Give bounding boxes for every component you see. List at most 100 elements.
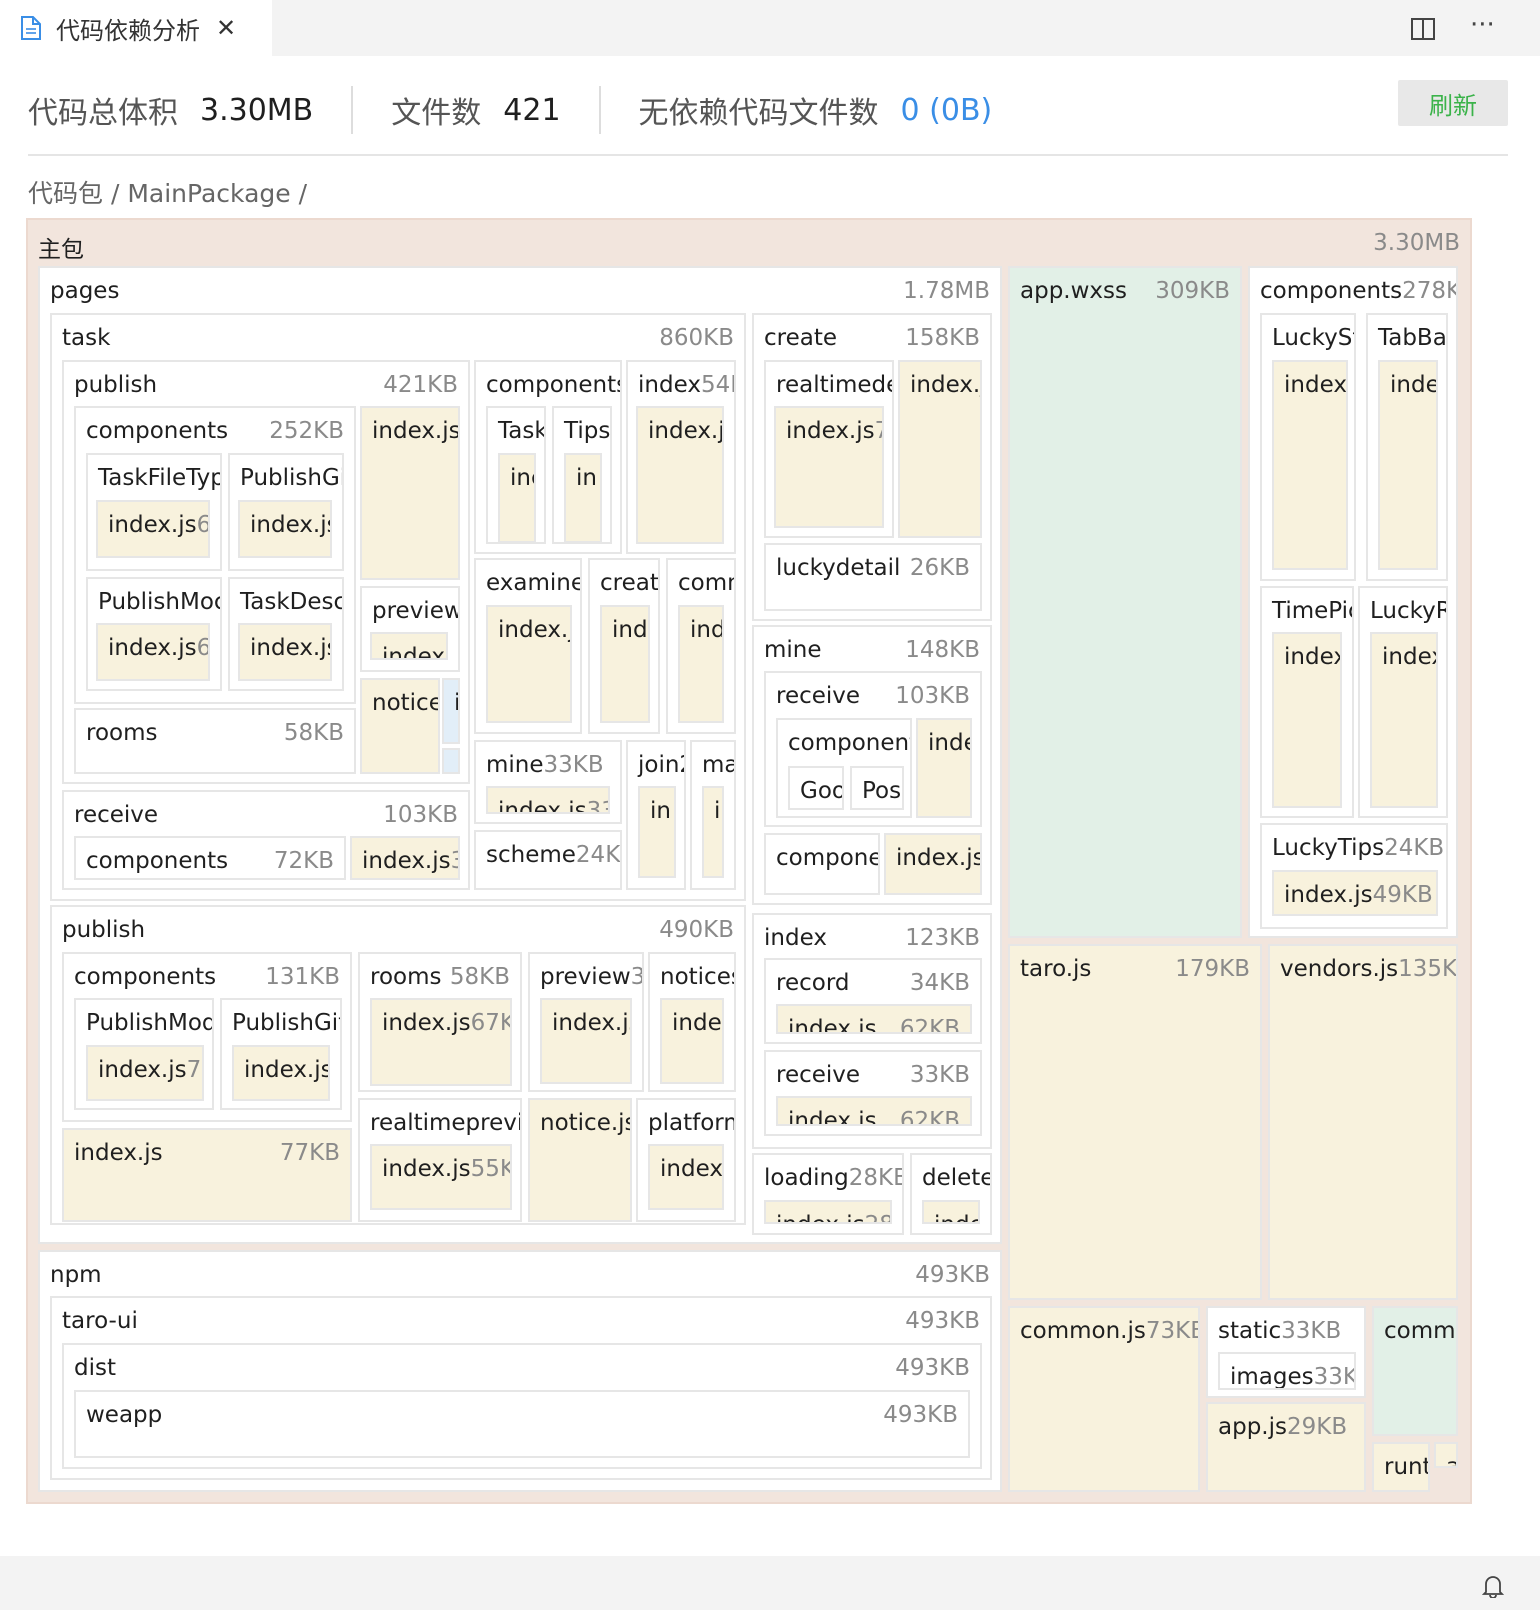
treemap-node-task-examine-index[interactable]: index.j	[486, 605, 572, 723]
tab-dependency-analysis[interactable]: 代码依赖分析 ✕	[0, 0, 272, 56]
treemap-node-tp-notice-dot[interactable]: .	[442, 748, 460, 774]
treemap-node-rc-luckyr-index[interactable]: index	[1370, 632, 1438, 808]
breadcrumb-separator: /	[290, 179, 308, 208]
node-size: 33KB	[909, 1062, 970, 1088]
treemap-node-task-create-index[interactable]: inde	[600, 605, 650, 723]
node-name: index	[1284, 644, 1342, 670]
treemap-node-pub-publishgift-index[interactable]: index.js	[232, 1045, 330, 1101]
treemap-node-pub-notices-index[interactable]: index	[660, 998, 724, 1084]
node-size: 493KB	[905, 1308, 980, 1334]
treemap-node-tp-taskdesc-index[interactable]: index.js	[238, 623, 332, 681]
treemap-node-create-luckydetail[interactable]: luckydetail 26KB	[764, 543, 982, 611]
treemap-node-pub-index[interactable]: index.js 77KB	[62, 1128, 352, 1222]
treemap-node-mine-compone[interactable]: compone	[764, 833, 880, 895]
node-size: 490KB	[659, 917, 734, 943]
treemap-node-weapp[interactable]: weapp 493KB	[74, 1390, 970, 1458]
treemap-node-pub-rooms-index[interactable]: index.js67K	[370, 998, 512, 1086]
treemap-node-vendors[interactable]: vendors.js135KE	[1268, 944, 1458, 1300]
node-size: 103KB	[895, 683, 970, 709]
node-name: index.js	[74, 1140, 163, 1166]
node-name: receive	[776, 1062, 861, 1088]
node-size: 58KB	[283, 720, 344, 746]
treemap-node-appwxss[interactable]: app.wxss 309KB	[1008, 266, 1242, 938]
breadcrumb-root[interactable]: 代码包	[28, 179, 103, 208]
treemap-node-rc-luckytips-index[interactable]: index.js49KB	[1272, 870, 1438, 916]
node-name: notice.js	[540, 1110, 632, 1136]
node-name: index.j	[648, 418, 724, 444]
node-size: 6!	[196, 512, 210, 538]
node-name: index.js	[788, 1016, 877, 1034]
treemap-node-tr-index[interactable]: index.js3	[350, 836, 460, 880]
treemap-node-pub-realtime-index[interactable]: index.js55K	[370, 1144, 512, 1210]
treemap-node-rc-timepick-index[interactable]: index	[1272, 632, 1342, 808]
node-label: vendors.js	[1280, 956, 1399, 982]
more-actions-icon[interactable]: ···	[1470, 10, 1495, 40]
node-name: preview3!	[540, 964, 642, 990]
treemap-node-tp-taskfiletype-index[interactable]: index.js6!	[96, 500, 210, 558]
node-size: 24KB	[1384, 835, 1445, 861]
breadcrumb-package[interactable]: MainPackage	[127, 179, 290, 208]
node-name: PublishMod	[86, 1010, 214, 1036]
treemap-node-rc-luckystep-index[interactable]: index.	[1272, 360, 1348, 570]
treemap-node-mine-index[interactable]: index.js	[884, 833, 982, 895]
treemap-node-tp-preview-index[interactable]: index	[370, 632, 448, 660]
node-name: index.js55K	[382, 1156, 510, 1182]
treemap-node-rc-tabbar-index[interactable]: inde	[1378, 360, 1438, 570]
node-label: index.js	[498, 798, 587, 814]
no-dependency-value[interactable]: 0 (0B)	[901, 93, 993, 128]
treemap-node-task-scheme[interactable]: scheme24KE	[474, 830, 622, 890]
node-name: join2	[638, 752, 684, 778]
node-name: components	[486, 372, 622, 398]
treemap-node-tarojs[interactable]: taro.js 179KB	[1008, 944, 1262, 1300]
bell-icon[interactable]	[1482, 1574, 1504, 1598]
node-label: index.js	[786, 418, 875, 444]
treemap-node-comm2[interactable]: comm	[1372, 1306, 1458, 1436]
node-name: TaskFileTyp	[98, 465, 222, 491]
node-name: index.js	[250, 512, 332, 538]
treemap-node-create-index[interactable]: index.j	[898, 360, 982, 538]
node-name: dist	[74, 1355, 116, 1381]
treemap-node-idx-receive-index[interactable]: index.js 62KB	[776, 1096, 972, 1126]
treemap-node-commonjs[interactable]: common.js73KB	[1008, 1306, 1200, 1492]
treemap-node-tp-publishgift-index[interactable]: index.js	[238, 500, 332, 558]
treemap-node-tp-notice-i[interactable]: i	[442, 678, 460, 744]
treemap-node-tp-rooms[interactable]: rooms 58KB	[74, 708, 356, 774]
treemap-node-create-realtime-index[interactable]: index.js7	[774, 406, 884, 528]
node-size: 67K	[470, 1010, 512, 1036]
treemap-node-tp-publishmod-index[interactable]: index.js6!	[96, 623, 210, 681]
treemap-node-task-join-index[interactable]: in	[638, 786, 676, 878]
node-name: task	[62, 325, 111, 351]
treemap-node-loading-index[interactable]: index.js28	[764, 1200, 892, 1224]
node-name: index.js6!	[108, 512, 210, 538]
treemap-node-task-index-js[interactable]: index.j	[636, 406, 724, 544]
treemap-node-task-ma-index[interactable]: ii	[702, 786, 724, 878]
node-name: examine	[486, 570, 582, 596]
treemap-node-a[interactable]: a	[1434, 1442, 1458, 1468]
treemap-node-delete-index[interactable]: index	[922, 1200, 980, 1224]
treemap-node-mr-pos[interactable]: Pos	[850, 766, 904, 810]
treemap-node-task-comm-index[interactable]: ind	[678, 605, 724, 723]
treemap-node-pub-notice[interactable]: notice.js	[528, 1098, 632, 1222]
split-editor-icon[interactable]	[1410, 16, 1436, 42]
treemap-node-tc-tips-in[interactable]: in	[564, 453, 602, 543]
treemap-node-runt[interactable]: runt	[1372, 1442, 1430, 1492]
treemap-node-tr-components[interactable]: components 72KB	[74, 836, 346, 880]
treemap-node-tp-notice[interactable]: notice	[360, 678, 440, 774]
node-name: component	[788, 730, 912, 756]
treemap-node-task-mine-index[interactable]: index.js33	[486, 786, 610, 814]
treemap-node-idx-record-index[interactable]: index.js 62KB	[776, 1004, 972, 1034]
close-icon[interactable]: ✕	[216, 14, 236, 42]
node-name: index.js33	[498, 798, 608, 814]
treemap-node-tc-task-in[interactable]: inc	[498, 453, 536, 543]
treemap-node-appjs[interactable]: app.js29KB	[1206, 1402, 1366, 1492]
treemap-node-mr-goo[interactable]: Goo	[788, 766, 844, 810]
treemap-node-pub-preview-index[interactable]: index.js	[540, 998, 632, 1084]
treemap-node-tp-index[interactable]: index.js	[360, 406, 460, 580]
node-name: realtimeprevie	[370, 1110, 522, 1136]
treemap-node-pub-publishmod-index[interactable]: index.js73	[86, 1045, 204, 1101]
treemap-node-mr-index[interactable]: inde	[916, 718, 972, 818]
refresh-button[interactable]: 刷新	[1398, 80, 1508, 126]
tab-title: 代码依赖分析	[56, 16, 200, 45]
treemap-node-static-images[interactable]: images33KI	[1218, 1352, 1356, 1390]
treemap-node-pub-platform-index[interactable]: index.	[648, 1144, 724, 1210]
